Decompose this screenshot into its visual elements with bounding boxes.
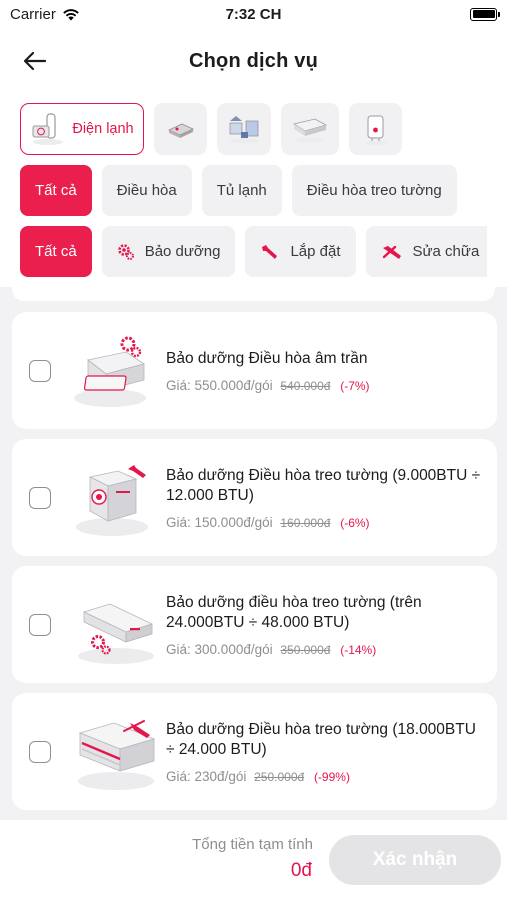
gear-icon [117,243,134,260]
price-label: Giá: [166,377,191,393]
discount-badge: (-99%) [313,769,350,784]
service-filter-row: Tất cả Bảo dưỡng Lắp đặt Sửa chữa [20,226,487,277]
discount-badge: (-7%) [340,378,370,393]
footer: Tổng tiền tạm tính 0đ Xác nhận [0,820,507,900]
split-unit-icon [292,118,328,143]
category-tile-projector[interactable] [154,103,207,155]
service-name: Bảo dưỡng Điều hòa âm trần [166,349,368,367]
category-tile-dien-lanh[interactable]: Điện lạnh [20,103,144,155]
service-card[interactable]: Bảo dưỡng Điều hòa treo tường (9.000BTU … [12,439,497,556]
service-card[interactable]: Bảo dưỡng Điều hòa âm trần Giá: 550.000đ… [12,312,497,429]
select-checkbox[interactable] [29,614,51,636]
page-title: Chọn dịch vụ [188,49,319,72]
discount-badge: (-6%) [340,515,370,530]
select-checkbox[interactable] [29,360,51,382]
old-price: 540.000đ [280,378,331,393]
select-checkbox[interactable] [29,487,51,509]
service-name: Bảo dưỡng Điều hòa treo tường (9.000BTU … [166,466,481,504]
wall-ac-large-thumbnail [78,603,154,664]
ceiling-ac-thumbnail [74,336,146,407]
category-row: Điện lạnh [20,103,402,155]
service-filter-maintenance[interactable]: Bảo dưỡng [101,226,236,277]
service-filter-maintenance-label: Bảo dưỡng [144,243,221,260]
device-filter-row: Tất cả Điều hòa Tủ lạnh Điều hòa treo tư… [20,165,457,216]
wall-ac-indoor-thumbnail [78,720,156,790]
price-value: 150.000đ/gói [194,514,273,530]
category-tile-washing-machine[interactable] [217,103,271,155]
header: Chọn dịch vụ [0,38,507,84]
price-value: 300.000đ/gói [194,641,273,657]
status-bar: Carrier 7:32 CH [0,0,507,28]
service-card[interactable]: Bảo dưỡng Điều hòa treo tường (18.000BTU… [12,693,497,810]
total-value: 0đ [290,860,312,881]
price-line: Giá: 300.000đ/gói 350.000đ (-14%) [166,642,483,657]
price-line: Giá: 230đ/gói 250.000đ (-99%) [166,769,483,784]
price-value: 230đ/gói [194,768,247,784]
wrench-icon [262,244,278,259]
service-filter-installation-label: Lắp đặt [290,243,341,260]
previous-card-edge [12,287,495,301]
total-label: Tổng tiền tạm tính [192,836,313,853]
price-label: Giá: [166,768,191,784]
price-label: Giá: [166,641,191,657]
service-filter-repair-label: Sửa chữa [412,243,480,260]
service-info: Bảo dưỡng Điều hòa âm trần Giá: 550.000đ… [166,312,483,429]
price-line: Giá: 150.000đ/gói 160.000đ (-6%) [166,515,483,530]
select-checkbox[interactable] [29,741,51,763]
washing-machine-icon [229,116,259,144]
status-time: 7:32 CH [225,5,282,23]
old-price: 160.000đ [280,515,331,530]
price-label: Giá: [166,514,191,530]
service-info: Bảo dưỡng Điều hòa treo tường (9.000BTU … [166,439,483,556]
air-conditioner-icon [32,113,64,145]
back-button[interactable] [20,46,50,76]
service-info: Bảo dưỡng Điều hòa treo tường (18.000BTU… [166,693,483,810]
discount-badge: (-14%) [340,642,377,657]
category-tile-split-unit[interactable] [281,103,339,155]
tools-icon [382,245,401,259]
service-filter-repair[interactable]: Sửa chữa [365,226,487,277]
device-filter-all[interactable]: Tất cả [20,165,92,216]
service-list: Bảo dưỡng Điều hòa âm trần Giá: 550.000đ… [0,287,507,820]
service-name: Bảo dưỡng Điều hòa treo tường (18.000BTU… [166,720,476,758]
price-value: 550.000đ/gói [194,377,273,393]
service-name: Bảo dưỡng điều hòa treo tường (trên 24.0… [166,593,422,631]
device-filter-air-conditioner[interactable]: Điều hòa [101,165,192,216]
old-price: 350.000đ [280,642,331,657]
category-label: Điện lạnh [72,121,134,137]
service-filter-all[interactable]: Tất cả [20,226,92,277]
old-price: 250.000đ [254,769,305,784]
category-tile-water-heater[interactable] [349,103,402,155]
service-filter-installation[interactable]: Lắp đặt [245,226,356,277]
wall-ac-outdoor-thumbnail [76,465,148,536]
water-heater-icon [364,115,387,145]
arrow-left-icon [23,51,47,71]
battery-icon [470,7,500,21]
device-filter-refrigerator[interactable]: Tủ lạnh [201,165,282,216]
service-info: Bảo dưỡng điều hòa treo tường (trên 24.0… [166,566,483,683]
confirm-button[interactable]: Xác nhận [329,835,501,885]
service-card[interactable]: Bảo dưỡng điều hòa treo tường (trên 24.0… [12,566,497,683]
device-filter-wall-ac[interactable]: Điều hòa treo tường [291,165,457,216]
price-line: Giá: 550.000đ/gói 540.000đ (-7%) [166,378,483,393]
projector-icon [167,123,194,138]
